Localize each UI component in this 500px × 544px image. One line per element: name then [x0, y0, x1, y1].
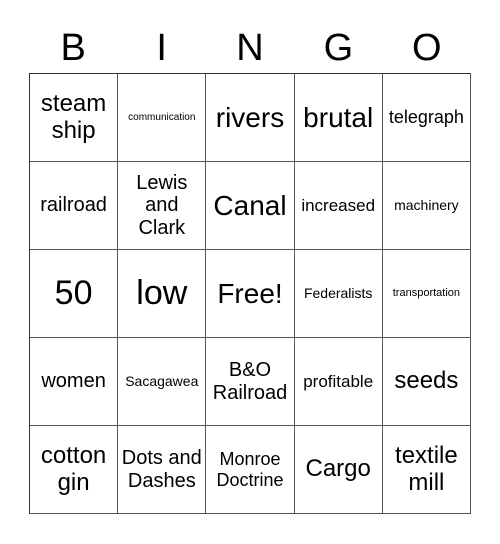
bingo-cell[interactable]: railroad — [30, 162, 119, 250]
cell-text: Federalists — [303, 284, 373, 301]
bingo-cell[interactable]: seeds — [382, 338, 471, 426]
cell-text: Free! — [217, 277, 283, 309]
cell-text: Sacagawea — [125, 372, 199, 389]
cell-text: Lewis and Clark — [136, 171, 188, 239]
bingo-cell[interactable]: 50 — [30, 250, 119, 338]
cell-text: seeds — [394, 367, 459, 395]
cell-text: increased — [301, 195, 376, 215]
bingo-cell[interactable]: machinery — [382, 162, 471, 250]
bingo-cell[interactable]: communication — [118, 74, 207, 162]
bingo-cell[interactable]: cotton gin — [30, 426, 119, 514]
header-letter-n: N — [236, 27, 264, 69]
cell-text: low — [136, 274, 188, 313]
cell-text: Monroe Doctrine — [216, 449, 284, 490]
cell-text: transportation — [392, 287, 461, 300]
bingo-cell[interactable]: Lewis and Clark — [118, 162, 207, 250]
cell-text: brutal — [303, 101, 374, 133]
cell-text: B&O Railroad — [212, 359, 288, 404]
cell-text: railroad — [40, 194, 107, 217]
cell-text: steam ship — [40, 89, 107, 144]
cell-text: Dots and Dashes — [121, 447, 202, 492]
bingo-cell[interactable]: steam ship — [30, 74, 119, 162]
bingo-cell[interactable]: Monroe Doctrine — [206, 426, 295, 514]
header-letter-g: G — [323, 27, 354, 69]
bingo-cell[interactable]: women — [30, 338, 119, 426]
bingo-cell[interactable]: brutal — [294, 74, 383, 162]
cell-text: Cargo — [305, 455, 371, 483]
bingo-cell[interactable]: Sacagawea — [118, 338, 207, 426]
header-letter-i: I — [156, 27, 167, 69]
cell-text: profitable — [303, 371, 374, 391]
cell-text: cotton gin — [40, 441, 107, 496]
bingo-cell[interactable]: profitable — [294, 338, 383, 426]
bingo-cell[interactable]: increased — [294, 162, 383, 250]
bingo-cell[interactable]: telegraph — [382, 74, 471, 162]
bingo-cell[interactable]: low — [118, 250, 207, 338]
free-space-cell[interactable]: Free! — [206, 250, 295, 338]
cell-text: 50 — [54, 274, 93, 313]
bingo-header: B I N G O — [29, 24, 471, 72]
header-letter-b: B — [60, 27, 86, 69]
bingo-cell[interactable]: textile mill — [382, 426, 471, 514]
cell-text: Canal — [213, 189, 287, 221]
cell-text: telegraph — [388, 107, 464, 128]
bingo-cell[interactable]: Federalists — [294, 250, 383, 338]
cell-text: communication — [128, 111, 196, 123]
bingo-cell[interactable]: rivers — [206, 74, 295, 162]
header-letter-o: O — [412, 27, 442, 69]
bingo-cell[interactable]: Canal — [206, 162, 295, 250]
bingo-cell[interactable]: Dots and Dashes — [118, 426, 207, 514]
bingo-cell[interactable]: transportation — [382, 250, 471, 338]
cell-text: textile mill — [395, 441, 458, 496]
cell-text: women — [41, 370, 106, 393]
bingo-cell[interactable]: B&O Railroad — [206, 338, 295, 426]
cell-text: rivers — [215, 101, 285, 133]
cell-text: machinery — [394, 196, 459, 213]
bingo-grid: steam ship communication rivers brutal t… — [29, 73, 471, 514]
bingo-cell[interactable]: Cargo — [294, 426, 383, 514]
